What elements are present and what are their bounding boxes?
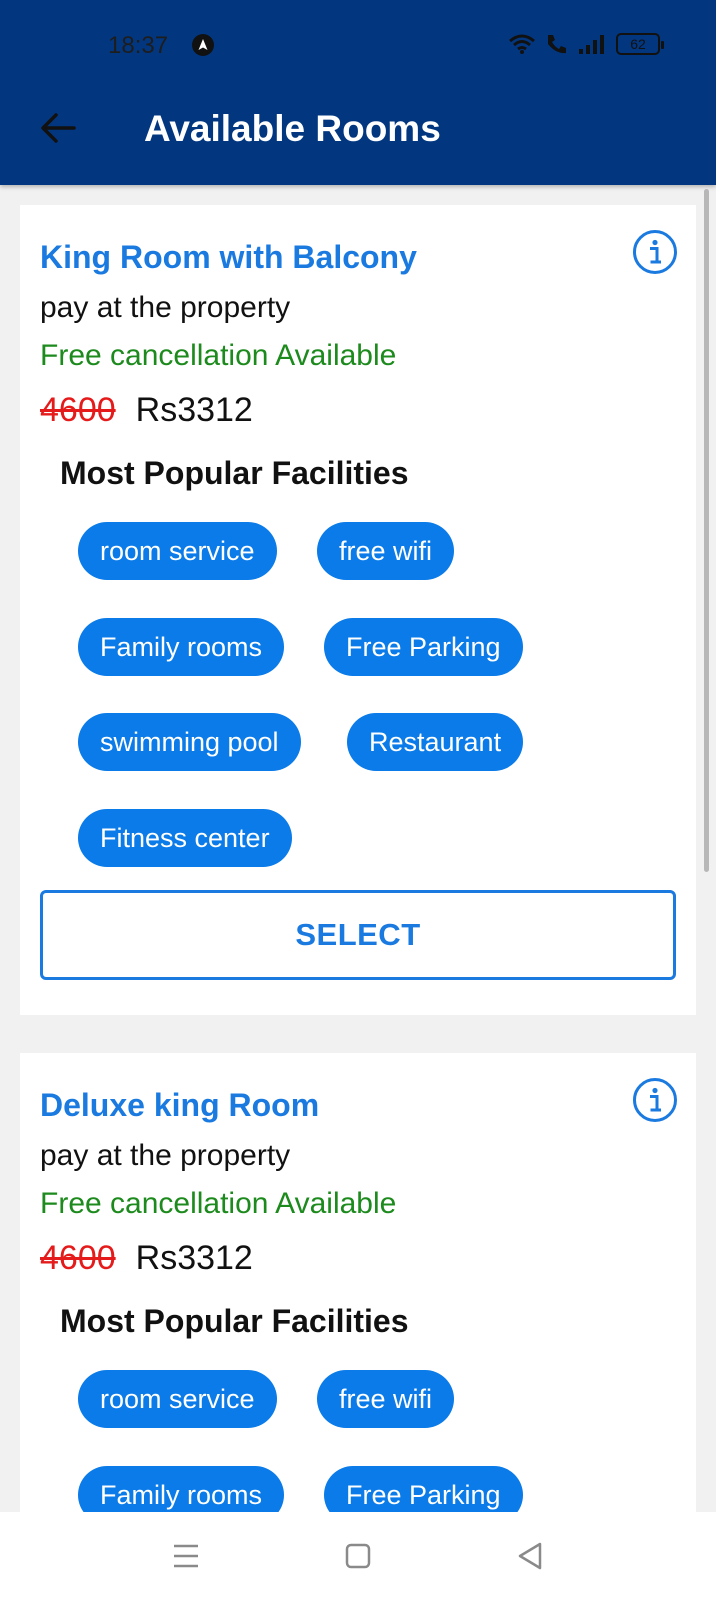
recent-apps-button[interactable] — [162, 1532, 210, 1580]
old-price: 4600 — [40, 391, 116, 429]
current-price: Rs3312 — [135, 391, 253, 429]
price-row: 4600 Rs3312 — [40, 391, 253, 430]
facility-chip[interactable]: Restaurant — [347, 713, 524, 771]
home-icon — [345, 1543, 371, 1569]
payment-text: pay at the property — [40, 291, 291, 324]
facility-chip[interactable]: free wifi — [317, 522, 455, 580]
navigation-icon — [192, 34, 214, 56]
old-price: 4600 — [40, 1239, 116, 1277]
cancellation-text: Free cancellation Available — [40, 339, 397, 372]
back-button[interactable] — [38, 110, 78, 146]
facility-chip[interactable]: free wifi — [317, 1370, 455, 1428]
system-nav-bar — [0, 1512, 716, 1600]
info-icon[interactable] — [632, 229, 678, 275]
page-title: Available Rooms — [144, 108, 441, 149]
info-icon[interactable] — [632, 1077, 678, 1123]
app-bar: 18:37 62 Available Rooms — [0, 0, 716, 185]
facility-chip[interactable]: room service — [78, 522, 277, 580]
facilities-title: Most Popular Facilities — [60, 455, 409, 491]
status-time: 18:37 — [108, 32, 169, 59]
wifi-call-icon — [548, 35, 566, 54]
recent-apps-icon — [174, 1544, 198, 1568]
nav-back-button[interactable] — [506, 1532, 554, 1580]
facility-chip[interactable]: Free Parking — [324, 618, 523, 676]
scrollbar[interactable] — [704, 189, 709, 872]
cancellation-text: Free cancellation Available — [40, 1187, 397, 1220]
room-list[interactable]: King Room with Balcony pay at the proper… — [0, 185, 716, 1512]
room-name[interactable]: Deluxe king Room — [40, 1087, 319, 1124]
back-arrow-icon — [41, 113, 76, 143]
back-icon — [518, 1542, 542, 1570]
room-name[interactable]: King Room with Balcony — [40, 239, 417, 276]
wifi-icon — [509, 34, 535, 54]
facility-chip[interactable]: room service — [78, 1370, 277, 1428]
home-button[interactable] — [334, 1532, 382, 1580]
app-screen: 18:37 62 Available Rooms King Room with … — [0, 0, 716, 1600]
status-icons: 62 — [508, 32, 664, 56]
payment-text: pay at the property — [40, 1139, 291, 1172]
current-price: Rs3312 — [135, 1239, 253, 1277]
signal-icon — [579, 35, 604, 54]
facility-chip[interactable]: Family rooms — [78, 1466, 285, 1512]
room-card: King Room with Balcony pay at the proper… — [20, 205, 696, 1015]
facility-chip[interactable]: Family rooms — [78, 618, 285, 676]
battery-icon: 62 — [616, 33, 664, 55]
facility-chip[interactable]: swimming pool — [78, 713, 301, 771]
facility-chip[interactable]: Fitness center — [78, 809, 292, 867]
select-button[interactable]: SELECT — [40, 890, 676, 980]
price-row: 4600 Rs3312 — [40, 1239, 253, 1278]
room-card: Deluxe king Room pay at the property Fre… — [20, 1053, 696, 1512]
facilities-title: Most Popular Facilities — [60, 1303, 409, 1339]
facility-chip[interactable]: Free Parking — [324, 1466, 523, 1512]
